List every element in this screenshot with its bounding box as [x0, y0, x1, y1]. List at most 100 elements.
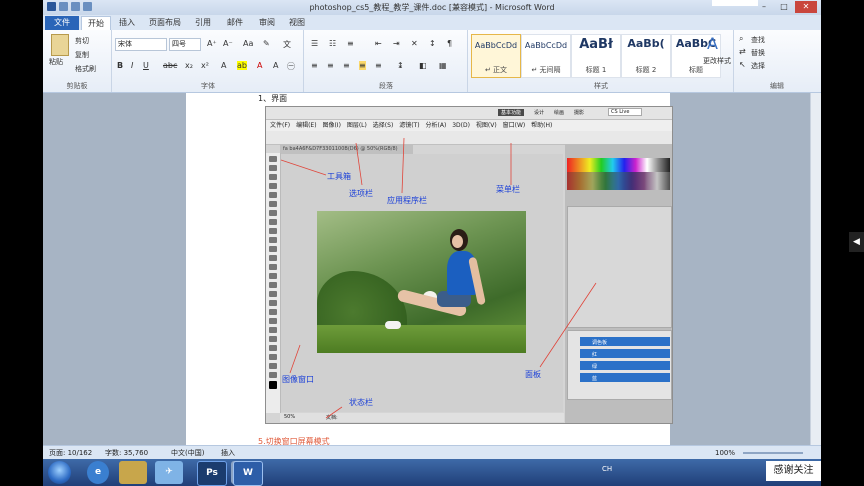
watermark: 感谢关注 [766, 461, 821, 481]
align-left-icon[interactable]: ≡ [311, 61, 318, 70]
annotation-menu-bar: 菜单栏 [496, 185, 520, 194]
enclose-char-icon[interactable]: ㊀ [287, 61, 295, 72]
change-styles-button[interactable]: 更改样式 [703, 56, 731, 66]
numbering-icon[interactable]: ☷ [329, 39, 336, 48]
style-heading-1[interactable]: AaBł 标题 1 [571, 34, 621, 78]
cut-button[interactable]: 剪切 [75, 36, 89, 46]
overlay-bar [712, 0, 758, 6]
ie-icon[interactable]: e [87, 461, 109, 484]
find-button[interactable]: 查找 [751, 35, 765, 45]
tab-file[interactable]: 文件 [45, 16, 79, 30]
annotation-panel: 面板 [525, 370, 541, 379]
line-spacing-icon[interactable]: ↨ [397, 61, 404, 70]
zoom-slider[interactable] [743, 452, 803, 454]
style-heading-2[interactable]: AaBb( 标题 2 [621, 34, 671, 78]
style-normal[interactable]: AaBbCcDd ↵ 正文 [471, 34, 521, 78]
paste-button[interactable]: 粘贴 [49, 57, 63, 67]
insert-mode[interactable]: 插入 [221, 446, 235, 460]
show-marks-icon[interactable]: ¶ [447, 39, 452, 48]
italic-icon[interactable]: I [131, 61, 133, 70]
copy-button[interactable]: 复制 [75, 50, 89, 60]
word-taskbar-button[interactable]: W [233, 461, 263, 486]
grow-font-icon[interactable]: A⁺ [207, 39, 217, 48]
select-icon[interactable]: ↖ [739, 60, 746, 69]
editing-label: 编辑 [770, 82, 784, 90]
underline-icon[interactable]: U [143, 61, 149, 70]
word-window: photoshop_cs5_教程_教学_课件.doc [兼容模式] - Micr… [43, 0, 821, 486]
document-page[interactable]: 1、界面 基本功能 设计 绘画 摄影 CS Live 文件(F) 编辑(E) 图… [186, 93, 673, 446]
side-panel-toggle[interactable]: ◀ [849, 232, 864, 252]
window-controls: – □ ✕ [755, 1, 817, 13]
shrink-font-icon[interactable]: A⁻ [223, 39, 233, 48]
chinese-layout-icon[interactable]: ✕ [411, 39, 418, 48]
paragraph-group: ☰ ☷ ≡ ⇤ ⇥ ✕ ↕ ¶ ≡ ≡ ≡ ≡ ≡ ↨ ◧ ▦ 段落 [305, 30, 468, 92]
align-center-icon[interactable]: ≡ [327, 61, 334, 70]
superscript-icon[interactable]: x² [201, 61, 209, 70]
explorer-icon[interactable] [119, 461, 147, 484]
ribbon-tabs: 文件 开始 插入 页面布局 引用 邮件 审阅 视图 [43, 15, 821, 31]
subscript-icon[interactable]: x₂ [185, 61, 193, 70]
ribbon: 粘贴 剪切 复制 格式刷 剪贴板 宋体 四号 A⁺ A⁻ Aa ✎ 文 B I … [43, 30, 821, 93]
font-color-icon[interactable]: A [257, 61, 262, 70]
decrease-indent-icon[interactable]: ⇤ [375, 39, 382, 48]
find-icon[interactable]: ⌕ [739, 34, 743, 44]
change-case-icon[interactable]: Aa [243, 39, 253, 48]
align-right-icon[interactable]: ≡ [343, 61, 350, 70]
language[interactable]: 中文(中国) [171, 446, 204, 460]
windows-taskbar: e ✈ Ps W CH [43, 459, 821, 486]
annotation-toolbox: 工具箱 [327, 172, 351, 181]
paste-icon[interactable] [51, 34, 69, 56]
app-icon[interactable]: ✈ [155, 461, 183, 484]
zoom-level[interactable]: 100% [715, 446, 735, 460]
tab-page-layout[interactable]: 页面布局 [149, 16, 181, 30]
strikethrough-icon[interactable]: abc [163, 61, 177, 70]
highlight-icon[interactable]: ab [237, 61, 247, 70]
editing-group: ⌕ 查找 ⇄ 替换 ↖ 选择 编辑 [735, 30, 819, 92]
select-button[interactable]: 选择 [751, 61, 765, 71]
increase-indent-icon[interactable]: ⇥ [393, 39, 400, 48]
tab-insert[interactable]: 插入 [119, 16, 135, 30]
font-name-select[interactable]: 宋体 [115, 38, 167, 51]
style-no-spacing[interactable]: AaBbCcDd ↵ 无间隔 [521, 34, 571, 78]
clear-format-icon[interactable]: ✎ [263, 39, 270, 48]
document-area: 1、界面 基本功能 设计 绘画 摄影 CS Live 文件(F) 编辑(E) 图… [43, 93, 821, 446]
word-status-bar: 页面: 10/162 字数: 35,760 中文(中国) 插入 100% [43, 445, 821, 460]
char-shading-icon[interactable]: A [273, 61, 278, 70]
phonetic-icon[interactable]: 文 [283, 39, 291, 50]
format-painter-button[interactable]: 格式刷 [75, 64, 96, 74]
annotation-status-bar: 状态栏 [349, 398, 373, 407]
styles-group: AaBbCcDd ↵ 正文 AaBbCcDd ↵ 无间隔 AaBł 标题 1 A… [469, 30, 734, 92]
text-effects-icon[interactable]: A [221, 61, 226, 70]
styles-label: 样式 [594, 82, 608, 90]
annotation-options-bar: 选项栏 [349, 189, 373, 198]
tab-mailings[interactable]: 邮件 [227, 16, 243, 30]
paragraph-label: 段落 [379, 82, 393, 90]
bullets-icon[interactable]: ☰ [311, 39, 318, 48]
justify-icon[interactable]: ≡ [359, 61, 366, 70]
borders-icon[interactable]: ▦ [439, 61, 447, 70]
annotation-arrows [280, 137, 597, 419]
replace-icon[interactable]: ⇄ [739, 47, 746, 56]
word-count[interactable]: 字数: 35,760 [105, 446, 148, 460]
font-size-select[interactable]: 四号 [169, 38, 201, 51]
change-styles-icon[interactable]: A [707, 34, 718, 53]
tab-home[interactable]: 开始 [81, 16, 111, 31]
ime-indicator[interactable]: CH [602, 465, 612, 473]
close-button[interactable]: ✕ [795, 1, 817, 13]
tab-view[interactable]: 视图 [289, 16, 305, 30]
tab-review[interactable]: 审阅 [259, 16, 275, 30]
distribute-icon[interactable]: ≡ [375, 61, 382, 70]
tab-references[interactable]: 引用 [195, 16, 211, 30]
multilevel-icon[interactable]: ≡ [347, 39, 354, 48]
bold-icon[interactable]: B [117, 61, 123, 70]
shading-icon[interactable]: ◧ [419, 61, 427, 70]
sort-icon[interactable]: ↕ [429, 39, 436, 48]
photoshop-taskbar-button[interactable]: Ps [197, 461, 227, 486]
replace-button[interactable]: 替换 [751, 48, 765, 58]
page-count[interactable]: 页面: 10/162 [49, 446, 92, 460]
maximize-button[interactable]: □ [775, 1, 793, 13]
start-button[interactable] [48, 461, 71, 484]
clipboard-label: 剪贴板 [66, 82, 88, 90]
title-bar: photoshop_cs5_教程_教学_课件.doc [兼容模式] - Micr… [43, 0, 821, 15]
vertical-scrollbar[interactable] [810, 93, 821, 445]
